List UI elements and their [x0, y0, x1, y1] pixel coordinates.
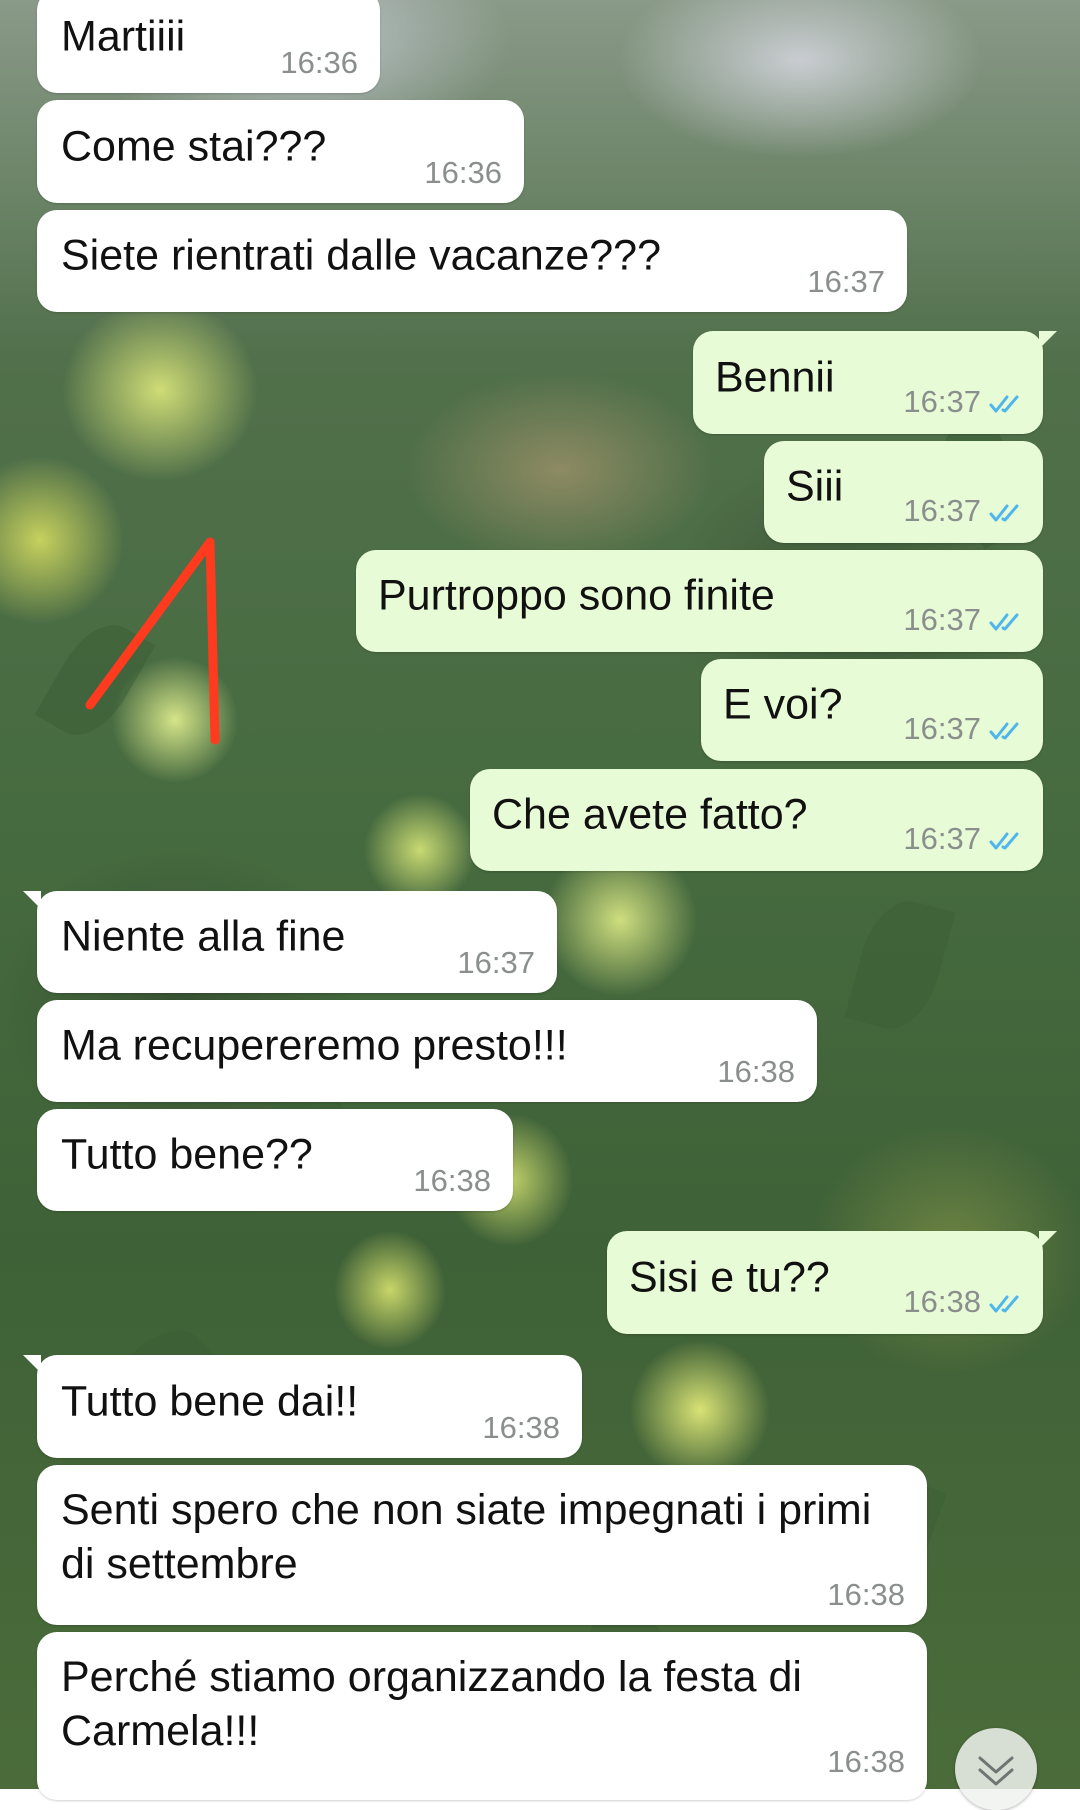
- message-text: Martiiii: [61, 12, 186, 61]
- message-bubble-outgoing[interactable]: Purtroppo sono finite 16:37: [356, 550, 1043, 652]
- double-check-icon: [989, 613, 1019, 631]
- message-bubble-incoming[interactable]: Siete rientrati dalle vacanze??? 16:37: [37, 210, 907, 312]
- double-check-icon: [989, 395, 1019, 413]
- message-text: Che avete fatto?: [492, 790, 808, 839]
- message-time: 16:38: [482, 1410, 560, 1445]
- message-time: 16:37: [807, 264, 885, 299]
- chevron-down-double-icon: [978, 1756, 1014, 1786]
- message-text: Bennii: [715, 353, 835, 402]
- message-time: 16:36: [280, 45, 358, 80]
- message-text: Siete rientrati dalle vacanze???: [61, 231, 661, 280]
- message-text: Sisi e tu??: [629, 1253, 830, 1302]
- message-bubble-outgoing[interactable]: Bennii 16:37: [693, 331, 1057, 434]
- message-time: 16:37: [903, 821, 981, 856]
- message-time: 16:38: [413, 1163, 491, 1198]
- message-text: E voi?: [723, 680, 843, 729]
- double-check-icon: [989, 504, 1019, 522]
- double-check-icon: [989, 722, 1019, 740]
- bubble-tail: [23, 1355, 41, 1373]
- message-bubble-incoming[interactable]: Come stai??? 16:36: [37, 100, 524, 203]
- message-text: Niente alla fine: [61, 912, 346, 961]
- message-time: 16:38: [903, 1284, 981, 1319]
- bubble-tail: [1039, 331, 1057, 349]
- double-check-icon: [989, 1295, 1019, 1313]
- message-text: Tutto bene dai!!: [61, 1377, 359, 1426]
- message-text: Perché stiamo organizzando la festa di C…: [61, 1653, 802, 1755]
- message-text: Tutto bene??: [61, 1130, 313, 1179]
- message-bubble-outgoing[interactable]: Siii 16:37: [764, 441, 1043, 543]
- message-text: Siii: [786, 462, 844, 511]
- message-bubble-outgoing[interactable]: E voi? 16:37: [701, 659, 1043, 761]
- message-time: 16:38: [827, 1577, 905, 1612]
- message-text: Senti spero che non siate impegnati i pr…: [61, 1486, 872, 1588]
- double-check-icon: [989, 832, 1019, 850]
- message-time: 16:37: [903, 384, 981, 419]
- message-bubble-outgoing[interactable]: Sisi e tu?? 16:38: [607, 1231, 1057, 1334]
- scroll-to-bottom-button[interactable]: [955, 1728, 1037, 1810]
- annotation-arrow: [85, 537, 220, 745]
- message-time: 16:37: [457, 945, 535, 980]
- message-text: Ma recupereremo presto!!!: [61, 1021, 568, 1070]
- message-time: 16:36: [424, 155, 502, 190]
- message-time: 16:38: [827, 1744, 905, 1779]
- message-bubble-incoming[interactable]: Tutto bene?? 16:38: [37, 1109, 513, 1211]
- message-time: 16:37: [903, 602, 981, 637]
- message-bubble-incoming[interactable]: Senti spero che non siate impegnati i pr…: [37, 1465, 927, 1625]
- message-time: 16:37: [903, 493, 981, 528]
- message-bubble-incoming[interactable]: Tutto bene dai!! 16:38: [23, 1355, 582, 1458]
- message-text: Purtroppo sono finite: [378, 571, 775, 620]
- message-bubble-incoming[interactable]: Perché stiamo organizzando la festa di C…: [37, 1632, 927, 1800]
- message-bubble-incoming[interactable]: Martiiii 16:36: [37, 0, 380, 93]
- message-time: 16:37: [903, 711, 981, 746]
- bubble-tail: [23, 891, 41, 909]
- message-bubble-incoming[interactable]: Niente alla fine 16:37: [23, 891, 557, 993]
- bubble-tail: [1039, 1231, 1057, 1249]
- message-bubble-outgoing[interactable]: Che avete fatto? 16:37: [470, 769, 1043, 871]
- message-text: Come stai???: [61, 122, 327, 171]
- message-time: 16:38: [717, 1054, 795, 1089]
- message-bubble-incoming[interactable]: Ma recupereremo presto!!! 16:38: [37, 1000, 817, 1102]
